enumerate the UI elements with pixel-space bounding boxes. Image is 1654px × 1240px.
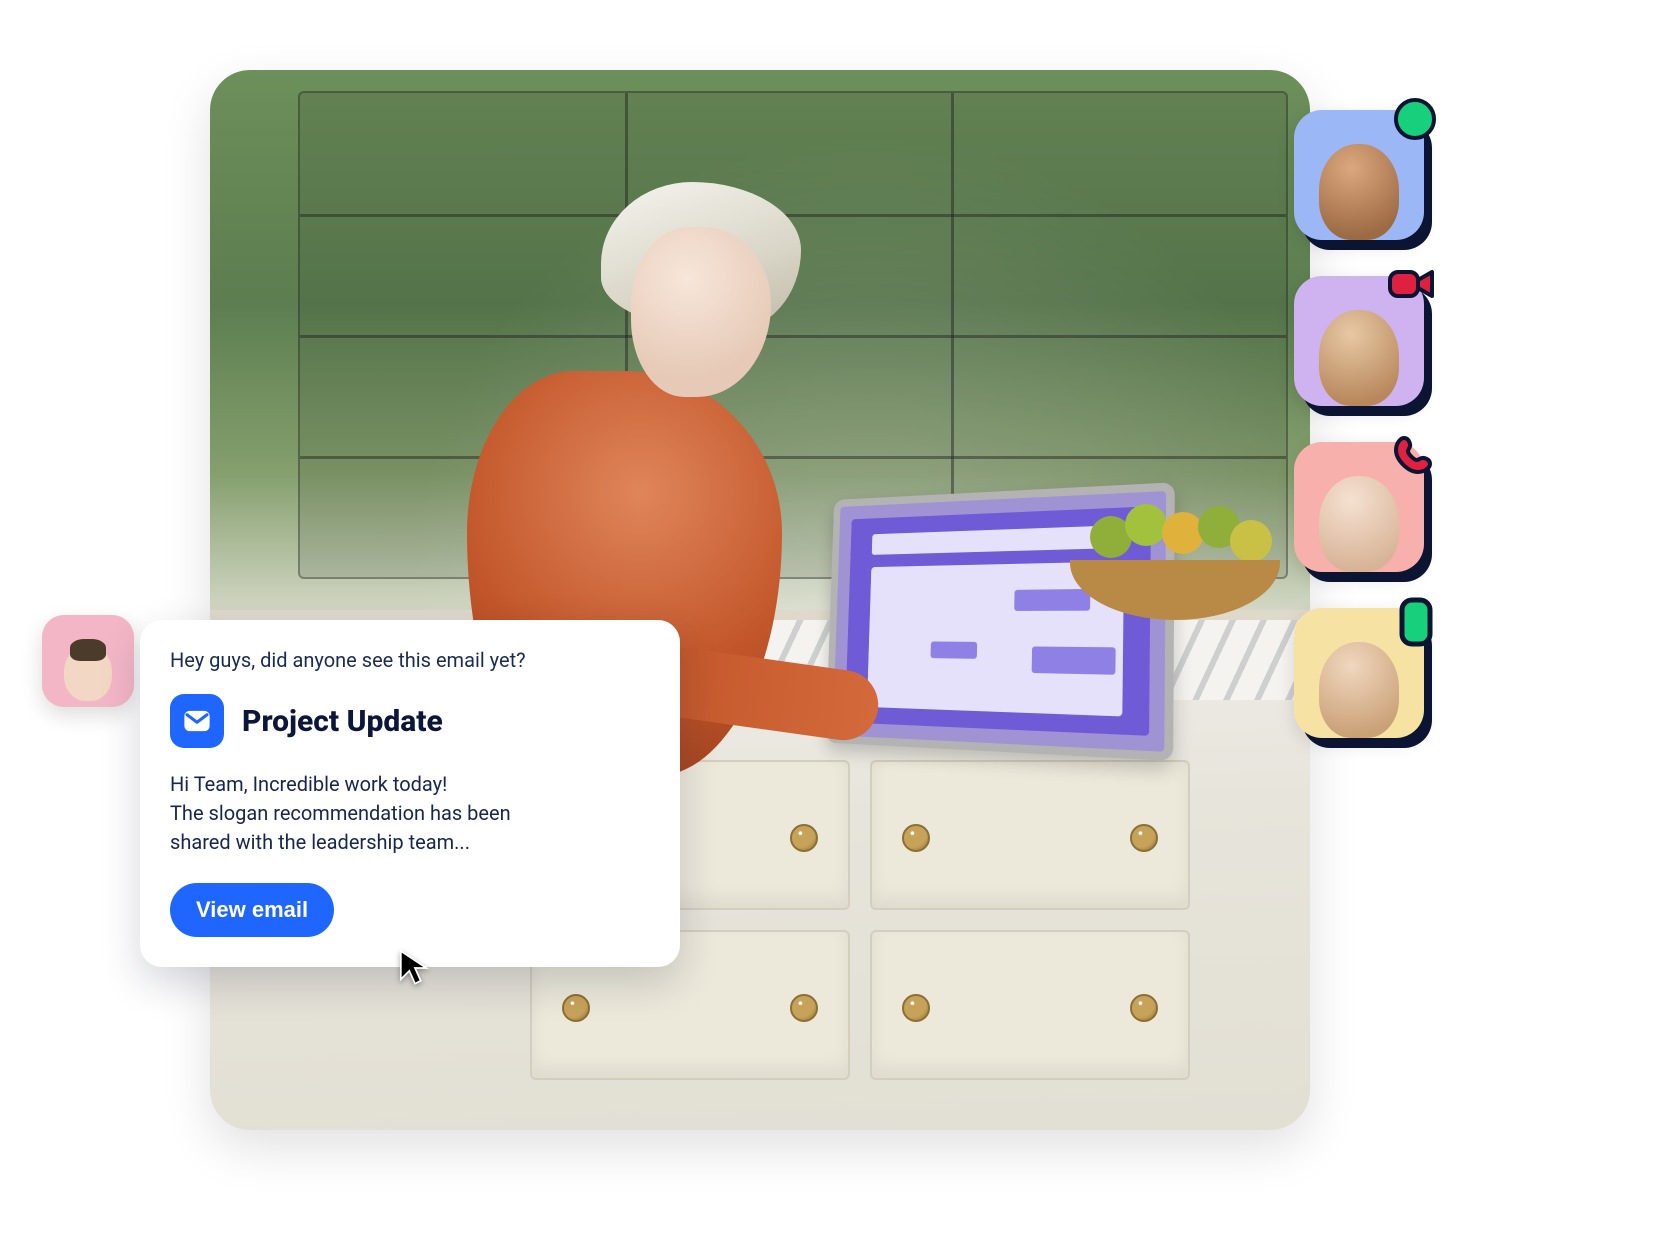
cursor-icon: [398, 948, 432, 988]
chat-message: Hey guys, did anyone see this email yet?: [170, 648, 650, 672]
email-preview-card: Hey guys, did anyone see this email yet?…: [140, 620, 680, 967]
contact-avatar-1[interactable]: [1294, 110, 1424, 240]
mail-icon: [170, 694, 224, 748]
contact-avatar-4[interactable]: [1294, 608, 1424, 738]
contact-avatar-2[interactable]: [1294, 276, 1424, 406]
contact-rail: [1294, 110, 1444, 774]
status-online-icon: [1394, 98, 1436, 140]
email-subject: Project Update: [242, 704, 443, 739]
sender-avatar: [42, 615, 134, 707]
hero-photo: [210, 70, 1310, 1130]
status-video-icon: [1386, 264, 1436, 304]
status-call-icon: [1390, 430, 1436, 476]
email-body-preview: Hi Team, Incredible work today! The slog…: [170, 770, 650, 857]
view-email-button[interactable]: View email: [170, 883, 334, 937]
contact-avatar-3[interactable]: [1294, 442, 1424, 572]
fruit-bowl: [1070, 510, 1280, 620]
status-mobile-icon: [1396, 596, 1436, 648]
